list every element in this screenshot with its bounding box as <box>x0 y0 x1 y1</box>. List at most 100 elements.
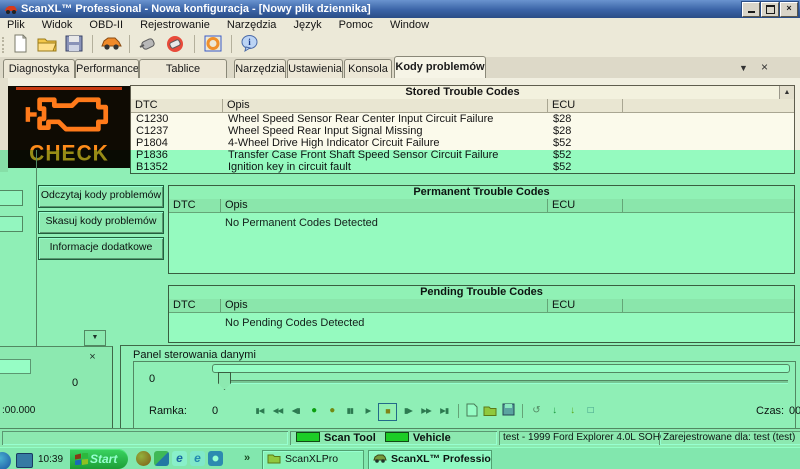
import-icon[interactable]: ↓ <box>547 403 562 418</box>
info-about-icon[interactable]: i <box>238 34 262 55</box>
column-ecu[interactable]: ECU <box>548 99 623 112</box>
artifact-close-icon[interactable]: × <box>86 351 99 364</box>
close-button[interactable]: × <box>780 2 798 17</box>
tab-dropdown-icon[interactable]: ▼ <box>737 62 750 75</box>
open-log-icon[interactable] <box>483 403 498 418</box>
menu-widok[interactable]: Widok <box>35 18 80 33</box>
column-opis[interactable]: Opis <box>223 99 548 112</box>
menu-pomoc[interactable]: Pomoc <box>332 18 380 33</box>
dtc-ecu: $28 <box>553 113 571 125</box>
column-opis[interactable]: Opis <box>221 199 548 212</box>
task-label: ScanXLPro <box>285 453 338 465</box>
time-label: Czas: <box>756 405 784 417</box>
web-browser-icon[interactable]: e <box>190 451 205 466</box>
tab-performance[interactable]: Performance <box>75 59 139 78</box>
restore-button[interactable] <box>761 2 779 17</box>
internet-explorer-icon[interactable]: e <box>172 451 187 466</box>
taskbar-task-scanxl[interactable]: ScanXL™ Professional... <box>368 450 492 469</box>
window-title: ScanXL™ Professional - Nowa konfiguracja… <box>21 0 371 18</box>
connect-plug-icon[interactable] <box>136 34 160 55</box>
status-cell-connection: Scan Tool Vehicle <box>290 431 497 445</box>
save-file-icon[interactable] <box>62 34 86 55</box>
check-engine-icon <box>22 92 116 134</box>
menu-jezyk[interactable]: Język <box>286 18 328 33</box>
no-pending-codes-message: No Pending Codes Detected <box>225 317 364 329</box>
column-dtc[interactable]: DTC <box>169 199 221 212</box>
grid-select-icon[interactable]: □ <box>583 403 598 418</box>
progress-track[interactable] <box>212 364 790 373</box>
picture-viewer-icon[interactable] <box>154 451 169 466</box>
table-row[interactable]: P1836 Transfer Case Front Shaft Speed Se… <box>131 149 794 161</box>
clear-codes-button[interactable]: Skasuj kody problemów <box>38 211 164 234</box>
minimize-button[interactable] <box>742 2 760 17</box>
disconnect-plug-icon[interactable] <box>163 34 187 55</box>
read-codes-button[interactable]: Odczytaj kody problemów <box>38 185 164 208</box>
new-file-icon[interactable] <box>8 34 32 55</box>
tab-close-icon[interactable]: × <box>757 60 772 75</box>
browser-icon[interactable] <box>136 451 151 466</box>
check-engine-label: CHECK <box>8 141 130 166</box>
table-row[interactable]: C1230 Wheel Speed Sensor Rear Center Inp… <box>131 113 794 125</box>
divider-line <box>36 150 37 346</box>
tab-konsola[interactable]: Konsola <box>344 59 392 78</box>
table-row[interactable]: B1352 Ignition key in circuit fault $52 <box>131 161 794 173</box>
start-button[interactable]: Start <box>70 449 128 469</box>
open-file-icon[interactable] <box>35 34 59 55</box>
vehicle-car-icon[interactable] <box>99 34 123 55</box>
quick-launch-overflow[interactable]: » <box>244 452 250 464</box>
rewind-button[interactable]: ◀◀ <box>270 403 285 418</box>
column-ecu[interactable]: ECU <box>548 199 623 212</box>
table-row[interactable]: P1804 4-Wheel Drive High Indicator Circu… <box>131 137 794 149</box>
slider-thumb[interactable] <box>218 372 231 390</box>
partial-box-artifact <box>0 216 23 232</box>
frame-label: Ramka: <box>149 405 187 417</box>
tab-tablice-rozdzielcze[interactable]: Tablice rozdzielcze <box>139 59 227 78</box>
step-forward-button[interactable]: ▮▶ <box>401 403 416 418</box>
tab-kody-problemow[interactable]: Kody problemów <box>394 56 486 78</box>
play-button[interactable]: ▶ <box>360 403 375 418</box>
table-row[interactable]: C1237 Wheel Speed Rear Input Signal Miss… <box>131 125 794 137</box>
step-back-button[interactable]: ◀▮ <box>288 403 303 418</box>
slider-track[interactable] <box>224 380 788 384</box>
undo-icon[interactable]: ↺ <box>529 403 544 418</box>
menu-window[interactable]: Window <box>383 18 436 33</box>
pending-codes-title: Pending Trouble Codes <box>169 286 794 300</box>
record-button[interactable]: ● <box>306 403 321 418</box>
toolbar-separator <box>194 35 195 53</box>
column-opis[interactable]: Opis <box>221 299 548 312</box>
control-panel-title: Panel sterowania danymi <box>133 349 256 361</box>
new-log-icon[interactable] <box>465 403 480 418</box>
dashboard-target-icon[interactable] <box>201 34 225 55</box>
artifact-dropdown-icon[interactable]: ▼ <box>84 330 106 346</box>
start-label: Start <box>90 452 117 466</box>
additional-info-button[interactable]: Informacje dodatkowe <box>38 237 164 260</box>
skip-end-button[interactable]: ▶▮ <box>437 403 452 418</box>
stop-button[interactable]: ■ <box>378 403 397 421</box>
tab-diagnostyka[interactable]: Diagnostyka <box>3 59 75 78</box>
tab-ustawienia[interactable]: Ustawienia <box>287 59 343 78</box>
check-engine-topline <box>16 87 122 90</box>
pending-codes-header: DTC Opis ECU <box>169 299 794 313</box>
column-dtc[interactable]: DTC <box>131 99 223 112</box>
menu-rejestrowanie[interactable]: Rejestrowanie <box>133 18 217 33</box>
column-ecu[interactable]: ECU <box>548 299 623 312</box>
skip-start-button[interactable]: ▮◀ <box>252 403 267 418</box>
tab-narzedzia[interactable]: Narzędzia <box>234 59 286 78</box>
save-log-icon[interactable] <box>501 403 516 418</box>
media-player-icon[interactable] <box>208 451 223 466</box>
scroll-up-arrow[interactable]: ▲ <box>779 86 794 99</box>
menu-obd2[interactable]: OBD-II <box>82 18 130 33</box>
artifact-window: × 0 :00.000 <box>0 346 113 429</box>
tray-small-icon <box>16 453 33 468</box>
fast-forward-button[interactable]: ▶▶ <box>419 403 434 418</box>
pause-button[interactable]: ▮▮ <box>342 403 357 418</box>
frame-value: 0 <box>212 405 218 417</box>
menu-narzedzia[interactable]: Narzędzia <box>220 18 284 33</box>
column-dtc[interactable]: DTC <box>169 299 221 312</box>
export-icon[interactable]: ↓ <box>565 403 580 418</box>
menu-plik[interactable]: Plik <box>0 18 32 33</box>
marker-button[interactable]: ● <box>324 403 339 418</box>
tab-bar: Diagnostyka Performance Tablice rozdziel… <box>0 57 800 78</box>
partial-box-artifact <box>0 190 23 206</box>
taskbar-task-scanxlpro[interactable]: ScanXLPro <box>262 450 364 469</box>
